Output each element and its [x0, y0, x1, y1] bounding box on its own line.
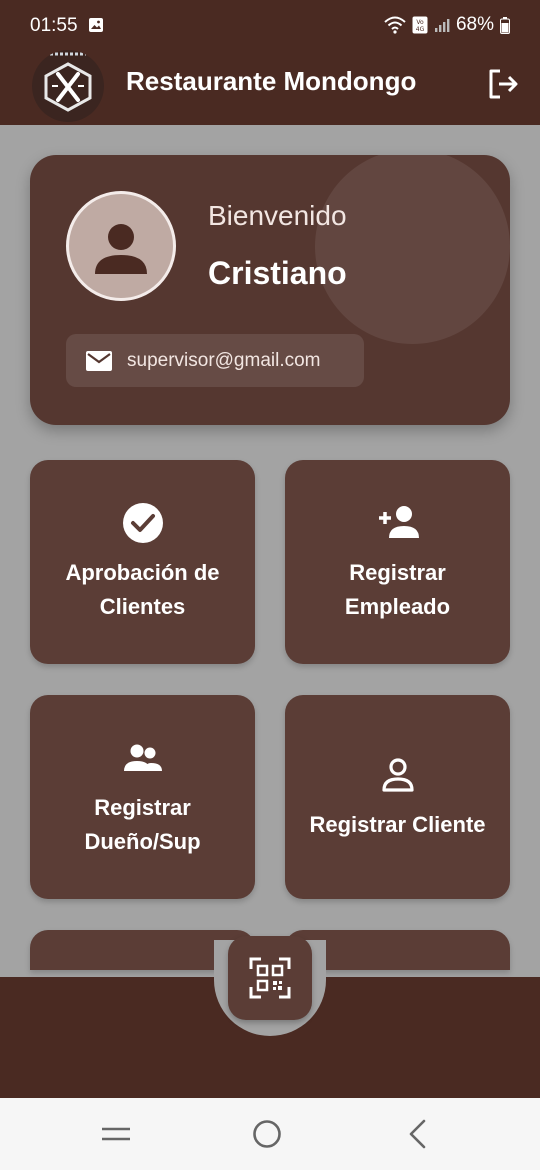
svg-text:4G: 4G	[416, 26, 425, 33]
tile-label-line1: Registrar Cliente	[309, 812, 486, 837]
signal-icon	[434, 19, 450, 32]
tile-registrar-dueno-sup[interactable]: Registrar Dueño/Sup	[30, 695, 255, 899]
status-bar: 01:55 Vo 4G 68%	[0, 0, 540, 48]
user-name: Cristiano	[208, 255, 347, 291]
avatar	[66, 191, 176, 301]
tile-label-line1: Registrar	[94, 795, 191, 820]
volte-icon: Vo 4G	[412, 16, 428, 34]
tile-label-line2: Empleado	[344, 594, 451, 619]
tile-label-line2: Dueño/Sup	[84, 829, 201, 854]
battery-percent: 68%	[455, 14, 494, 35]
profile-card: Bienvenido Cristiano supervisor@gmail.co…	[30, 155, 510, 425]
tile-label-line2: Clientes	[99, 594, 186, 619]
battery-icon	[500, 16, 510, 34]
tile-label-line1: Registrar	[349, 560, 446, 585]
qr-scan-button[interactable]	[228, 936, 312, 1020]
group-icon	[123, 744, 162, 771]
back-icon[interactable]	[398, 1116, 438, 1152]
svg-text:Vo: Vo	[416, 19, 424, 26]
tile-aprobacion-clientes[interactable]: Aprobación de Clientes	[30, 460, 255, 664]
system-nav-bar	[0, 1098, 540, 1170]
wifi-icon	[384, 16, 406, 34]
fork-knife-icon	[44, 52, 92, 112]
card-decoration	[315, 155, 510, 344]
status-time: 01:55	[30, 15, 78, 36]
app-bar: Restaurante Mondongo	[0, 48, 540, 125]
app-title: Restaurante Mondongo	[126, 66, 417, 96]
person-icon	[95, 224, 147, 274]
person-add-icon	[378, 506, 419, 538]
person-outline-icon	[381, 758, 414, 792]
recent-apps-icon[interactable]	[96, 1116, 136, 1152]
qr-code-icon	[249, 957, 291, 999]
tile-registrar-cliente[interactable]: Registrar Cliente	[285, 695, 510, 899]
tile-label-line1: Aprobación de	[65, 560, 220, 585]
email-text: supervisor@gmail.com	[127, 349, 321, 371]
logout-icon[interactable]	[485, 66, 521, 102]
image-icon	[89, 18, 103, 32]
home-icon[interactable]	[247, 1116, 287, 1152]
restaurant-logo	[32, 50, 104, 122]
mail-icon	[86, 350, 112, 371]
greeting-text: Bienvenido	[208, 200, 347, 231]
tile-registrar-empleado[interactable]: Registrar Empleado	[285, 460, 510, 664]
email-pill: supervisor@gmail.com	[66, 334, 364, 387]
check-circle-icon	[122, 503, 163, 543]
